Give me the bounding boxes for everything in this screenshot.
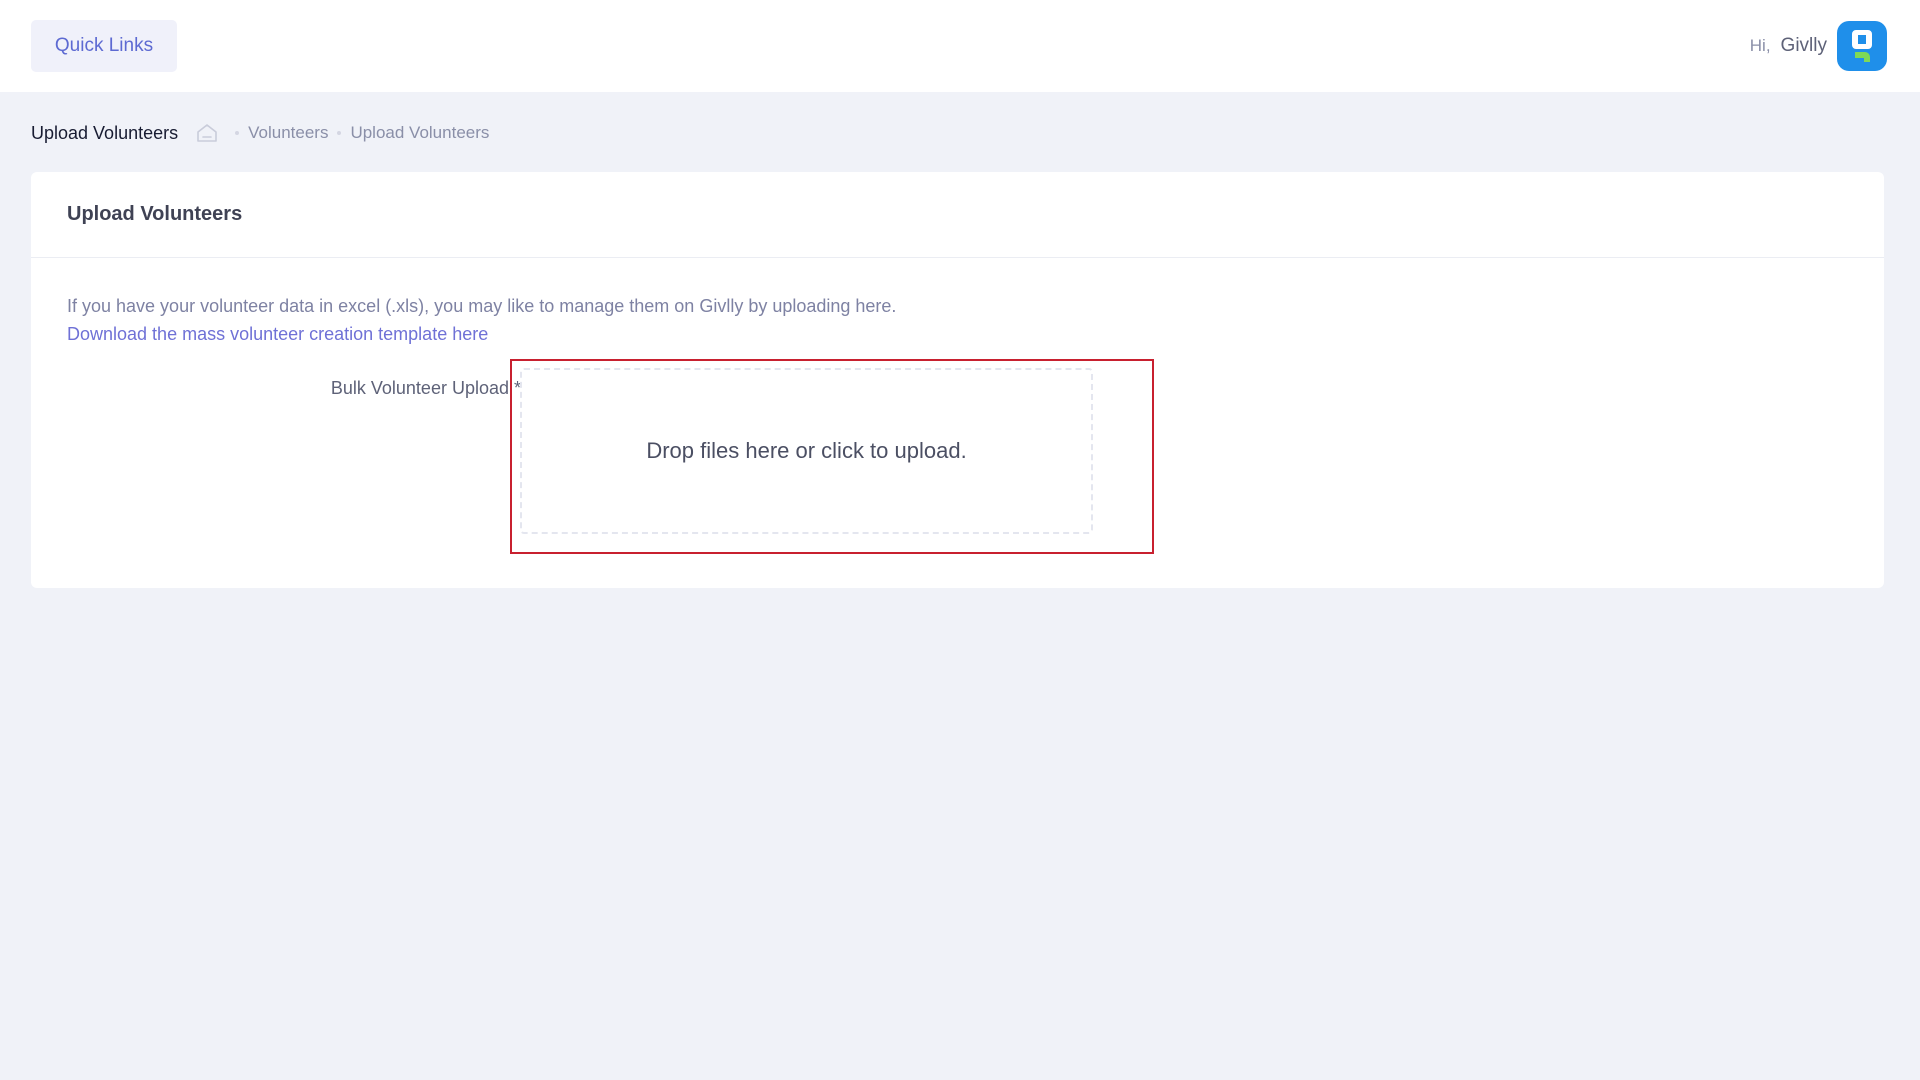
breadcrumb-separator — [235, 131, 240, 135]
topbar: Quick Links Hi, Givlly — [0, 0, 1920, 92]
greeting-text: Hi, — [1749, 36, 1771, 55]
card-title: Upload Volunteers — [67, 203, 243, 225]
info-text: If you have your volunteer data in excel… — [67, 296, 897, 316]
dropzone-text: Drop files here or click to upload. — [646, 438, 967, 463]
download-template-link[interactable]: Download the mass volunteer creation tem… — [67, 324, 488, 345]
upload-card: Upload Volunteers If you have your volun… — [31, 172, 1884, 588]
quick-links-button[interactable]: Quick Links — [31, 20, 177, 72]
breadcrumb-separator — [337, 131, 342, 135]
bulk-upload-label: Bulk Volunteer Upload * — [330, 378, 521, 398]
page-title: Upload Volunteers — [31, 122, 179, 143]
breadcrumb-home[interactable] — [196, 123, 218, 143]
user-menu[interactable]: Hi, Givlly — [1750, 21, 1887, 71]
home-icon — [197, 124, 217, 142]
avatar[interactable] — [1837, 21, 1887, 71]
subheader: Upload Volunteers Volunteers Upload Volu… — [31, 118, 489, 148]
username: Givlly — [1780, 35, 1827, 56]
breadcrumb-volunteers[interactable]: Volunteers — [248, 123, 328, 143]
file-dropzone[interactable]: Drop files here or click to upload. — [520, 368, 1093, 534]
givlly-logo-icon — [1852, 30, 1872, 62]
card-header: Upload Volunteers — [31, 172, 1884, 258]
breadcrumb-upload-volunteers[interactable]: Upload Volunteers — [350, 123, 489, 143]
